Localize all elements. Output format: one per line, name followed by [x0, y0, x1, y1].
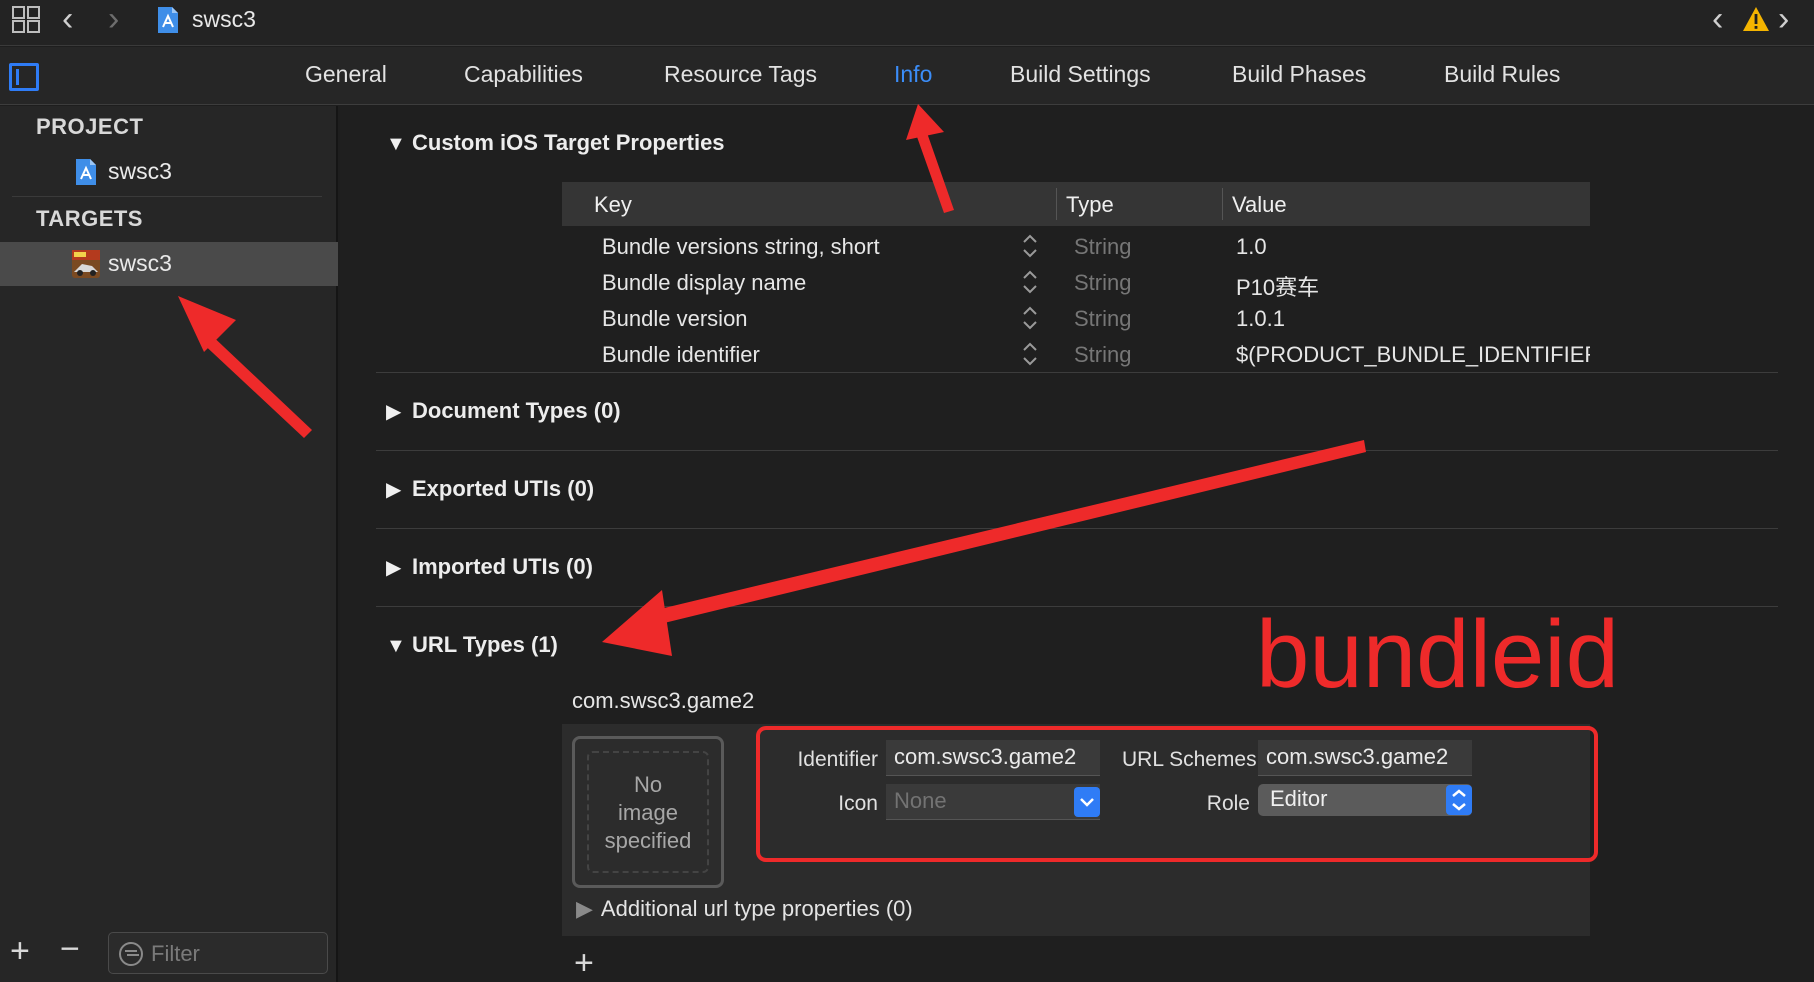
tab-resource-tags[interactable]: Resource Tags [664, 61, 817, 88]
tab-build-phases[interactable]: Build Phases [1232, 61, 1366, 88]
app-icon [72, 250, 100, 278]
row-value[interactable]: 1.0.1 [1236, 306, 1590, 332]
section-url-types[interactable]: ▼ URL Types (1) [386, 632, 558, 658]
chevron-right-icon[interactable]: › [108, 2, 119, 36]
row-type: String [1074, 342, 1132, 367]
disclosure-triangle-icon[interactable]: ▼ [386, 635, 412, 658]
column-key[interactable]: Key [594, 192, 632, 218]
navigator-footer: + − Filter [0, 924, 338, 982]
disclosure-triangle-icon[interactable]: ▶ [576, 896, 593, 921]
minus-icon[interactable]: − [60, 932, 80, 966]
chevron-left-icon[interactable]: ‹ [62, 2, 73, 36]
stepper-icon[interactable] [1022, 230, 1038, 262]
row-key: Bundle display name [602, 270, 807, 295]
disclosure-triangle-icon[interactable]: ▶ [386, 555, 412, 580]
disclosure-triangle-icon[interactable]: ▶ [386, 477, 412, 502]
project-navigator: PROJECT swsc3 TARGETS swsc3 + − Filter [0, 106, 338, 982]
grid-icon[interactable] [12, 6, 42, 34]
row-type: String [1074, 234, 1132, 259]
annotation-text: bundleid [1256, 601, 1619, 708]
chevron-right-icon[interactable]: › [1778, 2, 1789, 36]
table-row[interactable]: Bundle version String 1.0.1 [562, 300, 1590, 336]
additional-properties-label: Additional url type properties (0) [600, 896, 913, 921]
filter-placeholder: Filter [151, 941, 200, 966]
stepper-icon[interactable] [1022, 266, 1038, 298]
tab-info[interactable]: Info [894, 61, 932, 88]
filter-field[interactable]: Filter [108, 932, 328, 974]
plus-icon[interactable]: + [574, 946, 594, 980]
table-row[interactable]: Bundle display name String P10赛车 [562, 264, 1590, 300]
row-key: Bundle version [602, 306, 748, 331]
section-document-types[interactable]: ▶ Document Types (0) [386, 398, 621, 424]
tab-build-settings[interactable]: Build Settings [1010, 61, 1151, 88]
additional-properties-row[interactable]: ▶ Additional url type properties (0) [576, 896, 913, 922]
row-value[interactable]: P10赛车 [1236, 270, 1590, 302]
sidebar-item-project[interactable]: swsc3 [0, 150, 338, 194]
section-exported-utis[interactable]: ▶ Exported UTIs (0) [386, 476, 594, 502]
filter-icon [119, 942, 143, 966]
tab-build-rules[interactable]: Build Rules [1444, 61, 1560, 88]
section-title: URL Types (1) [412, 632, 558, 657]
row-value[interactable]: 1.0 [1236, 234, 1590, 260]
divider [376, 372, 1778, 373]
column-type[interactable]: Type [1066, 192, 1114, 218]
project-heading: PROJECT [36, 114, 144, 139]
plus-icon[interactable]: + [10, 934, 30, 968]
sidebar-item-label: swsc3 [108, 250, 172, 276]
column-value[interactable]: Value [1232, 192, 1287, 218]
image-placeholder-line: specified [604, 828, 692, 853]
section-custom-ios-target-properties[interactable]: ▼ Custom iOS Target Properties [386, 130, 725, 156]
window-title: swsc3 [192, 6, 256, 32]
image-placeholder-line: image [618, 800, 678, 825]
chevron-left-icon[interactable]: ‹ [1712, 2, 1723, 36]
tab-capabilities[interactable]: Capabilities [464, 61, 583, 88]
table-row[interactable]: Bundle identifier String $(PRODUCT_BUNDL… [562, 336, 1590, 372]
row-key: Bundle versions string, short [602, 234, 880, 259]
sidebar-item-label: swsc3 [108, 158, 172, 184]
stepper-icon[interactable] [1022, 302, 1038, 334]
column-divider [1222, 188, 1223, 220]
xcode-project-icon [76, 159, 96, 185]
table-row[interactable]: Bundle versions string, short String 1.0 [562, 228, 1590, 264]
xcode-file-icon [158, 7, 178, 33]
column-divider [1056, 188, 1057, 220]
sidebar-toggle-icon[interactable] [9, 63, 39, 91]
properties-table-header: Key Type Value [562, 182, 1590, 226]
stepper-icon[interactable] [1022, 338, 1038, 370]
editor-tab-bar: General Capabilities Resource Tags Info … [0, 47, 1814, 105]
section-title: Custom iOS Target Properties [412, 130, 725, 155]
image-placeholder-line: No [633, 772, 663, 797]
url-type-image-well[interactable]: No image specified [572, 736, 724, 888]
image-placeholder: No image specified [575, 771, 721, 855]
toolbar: ‹ › swsc3 ‹ › [0, 0, 1814, 46]
section-title: Exported UTIs (0) [412, 476, 595, 501]
disclosure-triangle-icon[interactable]: ▶ [386, 399, 412, 424]
section-title: Document Types (0) [412, 398, 621, 423]
divider [376, 450, 1778, 451]
tab-general[interactable]: General [305, 61, 387, 88]
targets-heading: TARGETS [36, 206, 143, 231]
warning-icon[interactable] [1742, 6, 1770, 32]
section-imported-utis[interactable]: ▶ Imported UTIs (0) [386, 554, 593, 580]
disclosure-triangle-icon[interactable]: ▼ [386, 133, 412, 156]
row-key: Bundle identifier [602, 342, 760, 367]
divider [12, 196, 322, 197]
row-type: String [1074, 270, 1132, 295]
annotation-highlight-box [756, 726, 1598, 862]
row-type: String [1074, 306, 1132, 331]
section-title: Imported UTIs (0) [412, 554, 593, 579]
row-value[interactable]: $(PRODUCT_BUNDLE_IDENTIFIER [1236, 342, 1590, 368]
sidebar-item-target[interactable]: swsc3 [0, 242, 338, 286]
divider [376, 528, 1778, 529]
url-type-name: com.swsc3.game2 [572, 688, 755, 713]
